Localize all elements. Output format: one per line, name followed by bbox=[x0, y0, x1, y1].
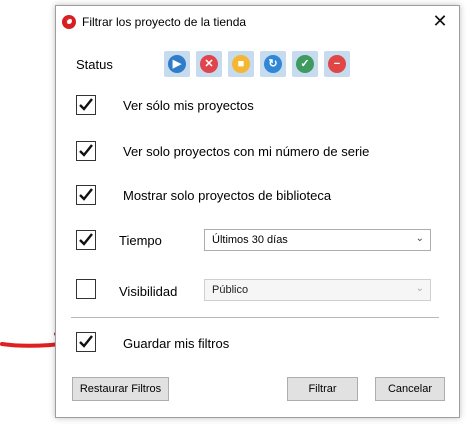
app-logo-icon bbox=[62, 15, 76, 29]
cancel-icon: ✕ bbox=[200, 55, 218, 73]
serial-projects-checkbox[interactable] bbox=[76, 141, 96, 161]
library-projects-label: Mostrar solo proyectos de biblioteca bbox=[123, 188, 332, 203]
visibility-checkbox[interactable] bbox=[76, 279, 96, 299]
sync-icon: ↻ bbox=[264, 55, 282, 73]
status-label: Status bbox=[76, 57, 113, 72]
save-filters-label: Guardar mis filtros bbox=[123, 336, 230, 351]
chevron-down-icon: ⌄ bbox=[415, 233, 424, 244]
dialog-title: Filtrar los proyecto de la tienda bbox=[82, 15, 247, 29]
chevron-down-icon: ⌄ bbox=[415, 283, 424, 294]
play-icon: ▶ bbox=[168, 55, 186, 73]
library-projects-checkbox[interactable] bbox=[76, 185, 96, 205]
filter-button[interactable]: Filtrar bbox=[287, 377, 358, 401]
pause-status-button[interactable]: ■ bbox=[228, 51, 254, 77]
stop-icon: − bbox=[328, 55, 346, 73]
save-filters-checkbox[interactable] bbox=[76, 332, 96, 352]
visibility-dropdown-value: Público bbox=[212, 284, 249, 296]
cancel-status-button[interactable]: ✕ bbox=[196, 51, 222, 77]
filter-dialog: Filtrar los proyecto de la tienda ✕ Stat… bbox=[55, 5, 460, 418]
title-bar: Filtrar los proyecto de la tienda ✕ bbox=[56, 6, 459, 38]
check-icon: ✓ bbox=[296, 55, 314, 73]
close-button[interactable]: ✕ bbox=[431, 12, 449, 30]
serial-projects-label: Ver solo proyectos con mi número de seri… bbox=[123, 144, 370, 159]
cancel-button[interactable]: Cancelar bbox=[375, 377, 445, 401]
check-status-button[interactable]: ✓ bbox=[292, 51, 318, 77]
only-my-projects-label: Ver sólo mis proyectos bbox=[123, 98, 254, 113]
divider bbox=[71, 317, 439, 318]
time-label: Tiempo bbox=[119, 233, 162, 248]
sync-status-button[interactable]: ↻ bbox=[260, 51, 286, 77]
visibility-dropdown[interactable]: Público ⌄ bbox=[204, 279, 431, 301]
time-dropdown-value: Últimos 30 días bbox=[212, 234, 288, 246]
only-my-projects-checkbox[interactable] bbox=[76, 95, 96, 115]
play-status-button[interactable]: ▶ bbox=[164, 51, 190, 77]
pause-icon: ■ bbox=[232, 55, 250, 73]
stop-status-button[interactable]: − bbox=[324, 51, 350, 77]
visibility-label: Visibilidad bbox=[119, 284, 178, 299]
reset-filters-button[interactable]: Restaurar Filtros bbox=[72, 377, 169, 401]
time-checkbox[interactable] bbox=[76, 230, 96, 250]
time-dropdown[interactable]: Últimos 30 días ⌄ bbox=[204, 229, 431, 251]
